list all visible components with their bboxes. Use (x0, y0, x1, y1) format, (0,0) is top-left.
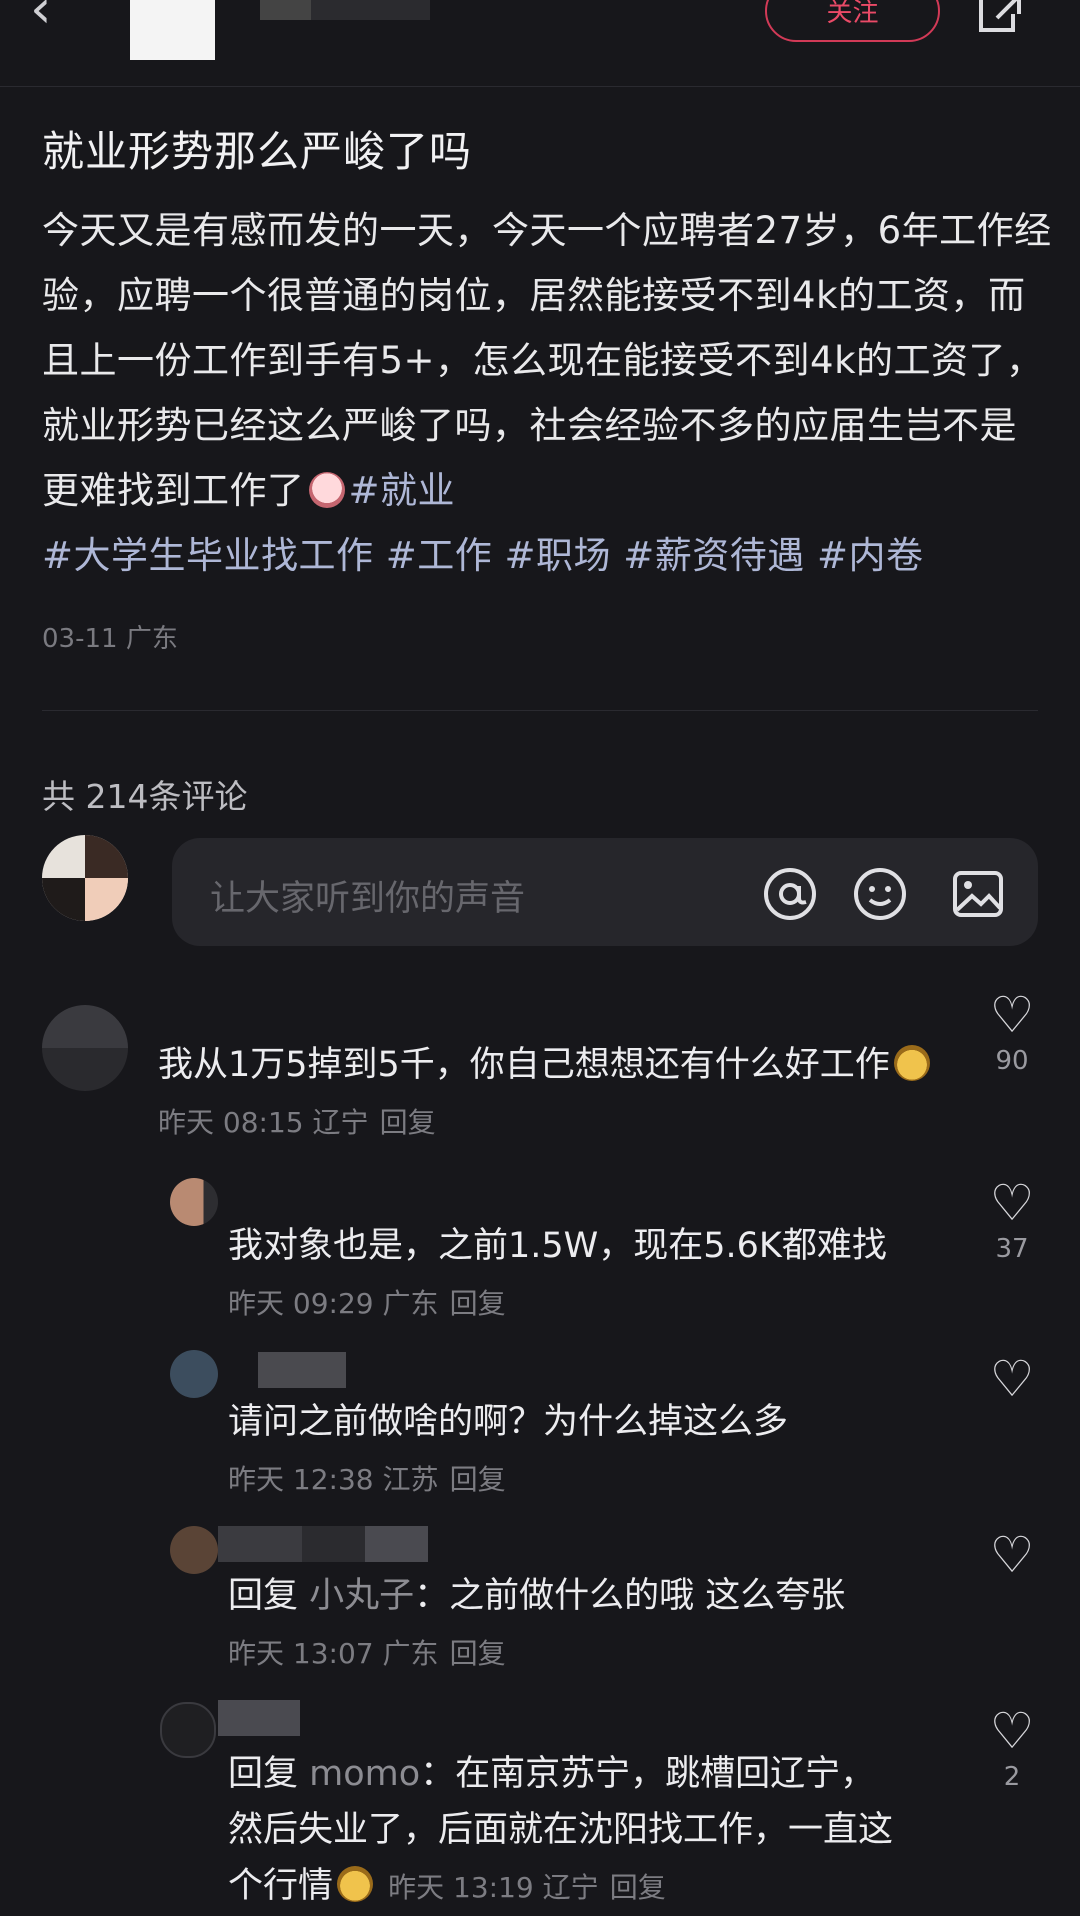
comment-text: 我从1万5掉到5千，你自己想想还有什么好工作 昨天 08:15 辽宁 回复 (158, 1037, 948, 1151)
username-blurred (258, 1352, 346, 1388)
commenter-avatar[interactable] (42, 1005, 128, 1091)
comment-text: 请问之前做啥的啊？为什么掉这么多 昨天 12:38 江苏 回复 (228, 1394, 948, 1508)
like-button[interactable]: ♡ (982, 1352, 1042, 1410)
chevron-left-icon[interactable]: ‹ (30, 0, 52, 36)
my-avatar (42, 835, 128, 921)
comment-input-placeholder: 让大家听到你的声音 (210, 879, 526, 919)
comment-meta: 昨天 12:38 江苏 (228, 1463, 439, 1496)
commenter-avatar[interactable] (170, 1526, 218, 1574)
image-icon[interactable] (950, 866, 1006, 922)
comment-body: ：之前做什么的哦 这么夸张 (414, 1576, 846, 1616)
reply-target-name[interactable]: 小丸子 (309, 1576, 414, 1616)
post-body: 今天又是有感而发的一天，今天一个应聘者27岁，6年工作经验，应聘一个很普通的岗位… (42, 198, 1052, 588)
comment-meta: 昨天 13:07 广东 (228, 1637, 439, 1670)
top-bar: ‹ 关注 (0, 0, 1080, 87)
reply-target-name[interactable]: momo (309, 1754, 420, 1794)
at-icon[interactable] (762, 866, 818, 922)
commenter-avatar[interactable] (160, 1702, 216, 1758)
reply-prefix: 回复 (228, 1754, 299, 1794)
commenter-avatar[interactable] (170, 1178, 218, 1226)
share-icon[interactable] (975, 0, 1023, 36)
comment-text: 我对象也是，之前1.5W，现在5.6K都难找 昨天 09:29 广东 回复 (228, 1218, 948, 1332)
comment-body: 我从1万5掉到5千，你自己想想还有什么好工作 (158, 1045, 890, 1085)
follow-button[interactable]: 关注 (765, 0, 940, 42)
reply-button[interactable]: 回复 (450, 1287, 506, 1320)
username-blurred (218, 1526, 428, 1562)
like-count: 37 (995, 1234, 1029, 1264)
heart-icon: ♡ (989, 1702, 1035, 1760)
post-title: 就业形势那么严峻了吗 (42, 127, 473, 176)
comment-body: 我对象也是，之前1.5W，现在5.6K都难找 (228, 1226, 887, 1266)
heart-icon: ♡ (989, 1526, 1035, 1584)
emoji-icon[interactable] (852, 866, 908, 922)
comment-meta: 昨天 13:19 辽宁 (388, 1871, 599, 1904)
like-count: 90 (995, 1046, 1029, 1076)
heart-icon: ♡ (989, 1174, 1035, 1232)
comment-count: 共 214条评论 (42, 777, 248, 816)
comment-input[interactable]: 让大家听到你的声音 (172, 838, 1038, 946)
reply-prefix: 回复 (228, 1576, 299, 1616)
like-button[interactable]: ♡ 37 (982, 1176, 1042, 1264)
reply-button[interactable]: 回复 (450, 1463, 506, 1496)
username-blurred (218, 1700, 300, 1736)
hashtag-line[interactable]: #大学生毕业找工作 #工作 #职场 #薪资待遇 #内卷 (42, 534, 924, 577)
comment-body: 请问之前做啥的啊？为什么掉这么多 (228, 1402, 789, 1442)
dog-emoji-icon (337, 1866, 374, 1902)
reply-button[interactable]: 回复 (450, 1637, 506, 1670)
like-button[interactable]: ♡ 2 (982, 1704, 1042, 1792)
dog-emoji-icon (893, 1045, 930, 1081)
post-meta: 03-11 广东 (42, 624, 178, 654)
reply-button[interactable]: 回复 (380, 1106, 436, 1139)
comment-text: 回复 momo：在南京苏宁，跳槽回辽宁，然后失业了，后面就在沈阳找工作，一直这个… (228, 1746, 908, 1916)
like-button[interactable]: ♡ 90 (982, 988, 1042, 1076)
heart-icon: ♡ (989, 1350, 1035, 1408)
divider (42, 710, 1038, 711)
like-button[interactable]: ♡ (982, 1528, 1042, 1586)
like-count: 2 (1003, 1762, 1021, 1792)
post-body-text: 今天又是有感而发的一天，今天一个应聘者27岁，6年工作经验，应聘一个很普通的岗位… (42, 209, 1052, 512)
comment-meta: 昨天 09:29 广东 (228, 1287, 439, 1320)
crying-emoji-icon (308, 472, 345, 508)
hashtag-inline[interactable]: #就业 (349, 469, 456, 512)
commenter-avatar[interactable] (170, 1350, 218, 1398)
comment-text: 回复 小丸子：之前做什么的哦 这么夸张 昨天 13:07 广东 回复 (228, 1568, 948, 1682)
heart-icon: ♡ (989, 986, 1035, 1044)
reply-button[interactable]: 回复 (610, 1871, 666, 1904)
author-name-blurred[interactable] (260, 0, 430, 20)
comment-meta: 昨天 08:15 辽宁 (158, 1106, 369, 1139)
author-avatar[interactable] (130, 0, 215, 60)
